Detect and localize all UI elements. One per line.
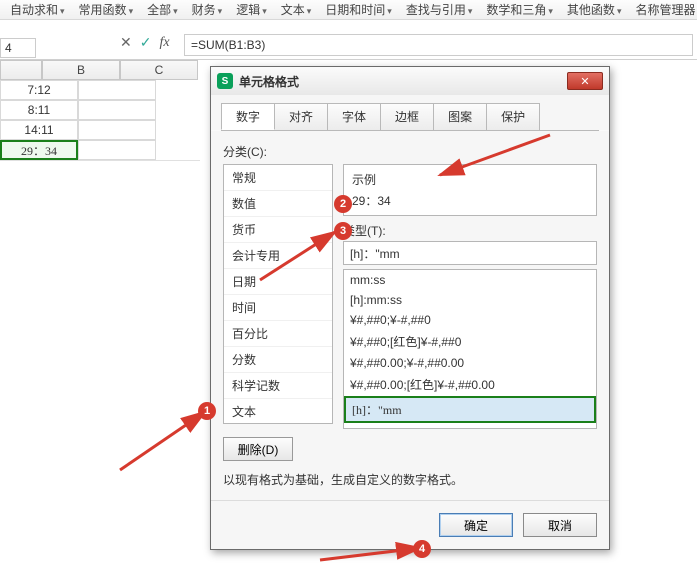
cancel-button[interactable]: 取消 (523, 513, 597, 537)
category-currency[interactable]: 货币 (224, 217, 332, 243)
example-box: 示例 29：34 (343, 164, 597, 216)
app-icon: S (217, 73, 233, 89)
menu-other-fn[interactable]: 其他函数▾ (561, 0, 628, 20)
format-item[interactable]: [h]:mm:ss (344, 290, 596, 310)
accept-formula-icon[interactable]: ✓ (140, 34, 152, 51)
fx-label[interactable]: fx (159, 35, 169, 51)
format-list[interactable]: mm:ss [h]:mm:ss ¥#,##0;¥-#,##0 ¥#,##0;[红… (343, 269, 597, 429)
ok-button[interactable]: 确定 (439, 513, 513, 537)
category-fraction[interactable]: 分数 (224, 347, 332, 373)
close-icon[interactable]: ✕ (567, 72, 603, 90)
delete-button[interactable]: 删除(D) (223, 437, 293, 461)
format-item[interactable]: ¥#,##0.00;[红色]¥-#,##0.00 (344, 373, 596, 396)
category-time[interactable]: 时间 (224, 295, 332, 321)
name-box[interactable]: 4 (0, 38, 36, 58)
corner-header[interactable] (0, 60, 42, 80)
category-list[interactable]: 常规 数值 货币 会计专用 日期 时间 百分比 分数 科学记数 文本 特殊 自定… (223, 164, 333, 424)
hint-text: 以现有格式为基础，生成自定义的数字格式。 (223, 471, 597, 488)
example-label: 示例 (352, 171, 588, 188)
cell-c2[interactable] (78, 100, 156, 120)
cell-c4[interactable] (78, 140, 156, 160)
cell-c1[interactable] (78, 80, 156, 100)
cell-b1[interactable]: 7:12 (0, 80, 78, 100)
menu-text[interactable]: 文本▾ (275, 0, 318, 20)
tab-alignment[interactable]: 对齐 (274, 103, 328, 130)
tab-border[interactable]: 边框 (380, 103, 434, 130)
dialog-title: 单元格格式 (239, 73, 567, 90)
dialog-titlebar[interactable]: S 单元格格式 ✕ (211, 67, 609, 95)
format-item-selected[interactable]: [h]："mm (344, 396, 596, 423)
category-percent[interactable]: 百分比 (224, 321, 332, 347)
category-general[interactable]: 常规 (224, 165, 332, 191)
formula-row: 4 ✕ ✓ fx =SUM(B1:B3) (0, 20, 697, 60)
cell-b3[interactable]: 14:11 (0, 120, 78, 140)
category-text[interactable]: 文本 (224, 399, 332, 424)
format-item[interactable]: ¥#,##0.00;¥-#,##0.00 (344, 353, 596, 373)
formula-input[interactable]: =SUM(B1:B3) (184, 34, 693, 56)
formula-buttons: ✕ ✓ fx (120, 34, 170, 51)
cell-c3[interactable] (78, 120, 156, 140)
tab-number[interactable]: 数字 (221, 103, 275, 130)
format-item[interactable]: mm:ss (344, 270, 596, 290)
example-value: 29：34 (352, 192, 588, 209)
tab-pattern[interactable]: 图案 (433, 103, 487, 130)
col-header-c[interactable]: C (120, 60, 198, 80)
dialog-footer: 确定 取消 (211, 500, 609, 549)
menu-name-manager[interactable]: 名称管理器 (629, 0, 697, 20)
menu-math[interactable]: 数学和三角▾ (480, 0, 559, 20)
cell-b4-selected[interactable]: 29：34 (0, 140, 78, 160)
menu-common-fn[interactable]: 常用函数▾ (73, 0, 140, 20)
type-input[interactable] (343, 241, 597, 265)
menu-lookup[interactable]: 查找与引用▾ (400, 0, 479, 20)
category-accounting[interactable]: 会计专用 (224, 243, 332, 269)
empty-grid-area[interactable] (0, 160, 200, 560)
dialog-tabs: 数字 对齐 字体 边框 图案 保护 (211, 95, 609, 130)
format-item[interactable]: ¥#,##0;[红色]¥-#,##0 (344, 330, 596, 353)
category-number[interactable]: 数值 (224, 191, 332, 217)
category-scientific[interactable]: 科学记数 (224, 373, 332, 399)
cell-b2[interactable]: 8:11 (0, 100, 78, 120)
menu-financial[interactable]: 财务▾ (186, 0, 229, 20)
type-label: 类型(T): (343, 222, 597, 239)
cell-format-dialog: S 单元格格式 ✕ 数字 对齐 字体 边框 图案 保护 分类(C): 常规 数值… (210, 66, 610, 550)
menu-datetime[interactable]: 日期和时间▾ (319, 0, 398, 20)
menu-logical[interactable]: 逻辑▾ (230, 0, 273, 20)
category-date[interactable]: 日期 (224, 269, 332, 295)
category-label: 分类(C): (223, 143, 597, 160)
tab-font[interactable]: 字体 (327, 103, 381, 130)
menu-autosum[interactable]: 自动求和▾ (4, 0, 71, 20)
col-header-b[interactable]: B (42, 60, 120, 80)
tab-protection[interactable]: 保护 (486, 103, 540, 130)
cancel-formula-icon[interactable]: ✕ (120, 34, 132, 51)
formula-menubar: 自动求和▾ 常用函数▾ 全部▾ 财务▾ 逻辑▾ 文本▾ 日期和时间▾ 查找与引用… (0, 0, 697, 20)
format-item[interactable]: ¥#,##0;¥-#,##0 (344, 310, 596, 330)
menu-all[interactable]: 全部▾ (141, 0, 184, 20)
dialog-body: 分类(C): 常规 数值 货币 会计专用 日期 时间 百分比 分数 科学记数 文… (211, 131, 609, 500)
spreadsheet-grid: B C 7:12 8:11 14:11 29：34 (0, 60, 200, 560)
